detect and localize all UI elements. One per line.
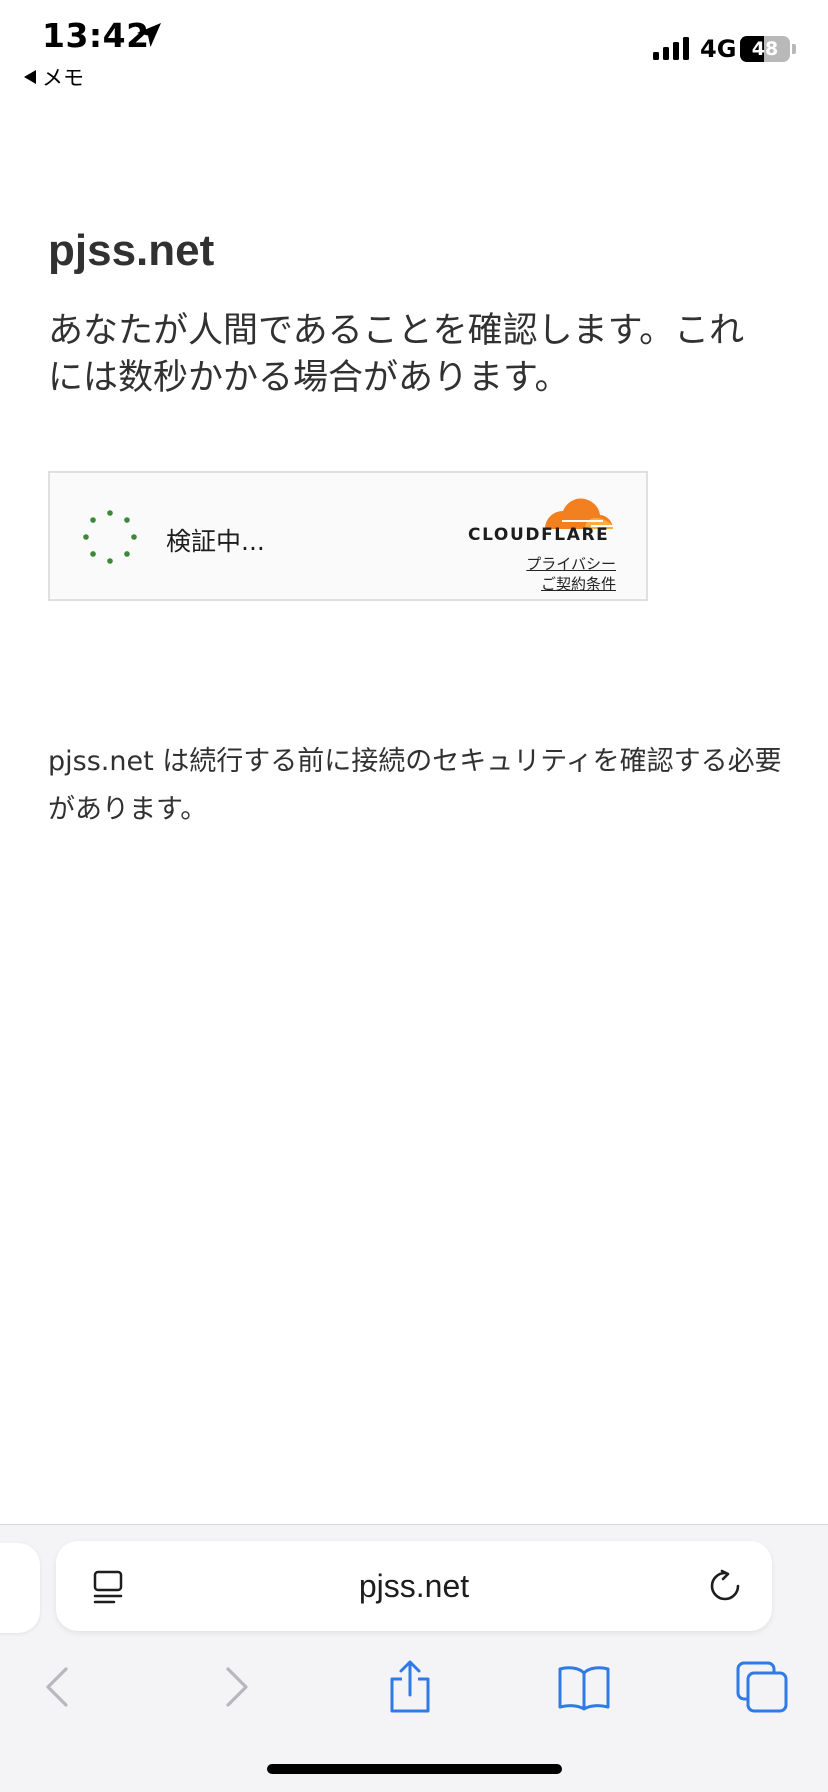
book-icon[interactable] [556,1659,612,1715]
spinner-dot [83,534,89,540]
tabs-icon[interactable] [734,1659,790,1715]
cloudflare-brand: CLOUDFLARE [468,525,610,545]
verification-headline: あなたが人間であることを確認します。これには数秒かかる場合があります。 [48,311,745,398]
share-icon[interactable] [382,1659,438,1715]
page-menu-icon[interactable] [92,1569,124,1605]
spinner-dot [107,558,113,564]
site-title: pjss.net [48,226,215,275]
spinner-dot [90,551,96,557]
cloudflare-challenge-widget[interactable]: 検証中... CLOUDFLARE プライバシー ご契約条件 [48,471,648,601]
spinner-dot [131,534,137,540]
address-bar[interactable]: pjss.net [56,1541,772,1631]
verifying-status: 検証中... [166,527,265,556]
chevron-left-icon[interactable] [30,1659,86,1715]
spinner-dot [124,517,130,523]
battery-level: 48 [751,38,779,60]
spinner-dot [124,551,130,557]
chevron-right-icon[interactable] [208,1659,264,1715]
battery-indicator: 48 [740,36,796,62]
spinner-dot [90,517,96,523]
address-text[interactable]: pjss.net [56,1541,772,1631]
loading-spinner-icon [83,510,137,564]
reload-icon[interactable] [708,1569,742,1603]
privacy-link[interactable]: プライバシー [526,553,616,574]
spinner-dot [107,510,113,516]
back-app-label: メモ [42,66,84,90]
home-indicator [267,1764,562,1774]
back-triangle-icon [24,70,36,84]
cellular-signal-icon [653,37,689,60]
network-type: 4G [700,35,737,63]
status-bar: 13:42 メモ 4G 48 [0,0,828,100]
location-arrow-icon [137,23,161,47]
terms-link[interactable]: ご契約条件 [541,573,616,594]
security-notice: pjss.net は続行する前に接続のセキュリティを確認する必要があります。 [48,746,782,825]
browser-toolbar: pjss.net [0,1524,828,1792]
back-to-app-button[interactable]: メモ [24,62,84,92]
previous-tab-preview[interactable] [0,1543,40,1633]
